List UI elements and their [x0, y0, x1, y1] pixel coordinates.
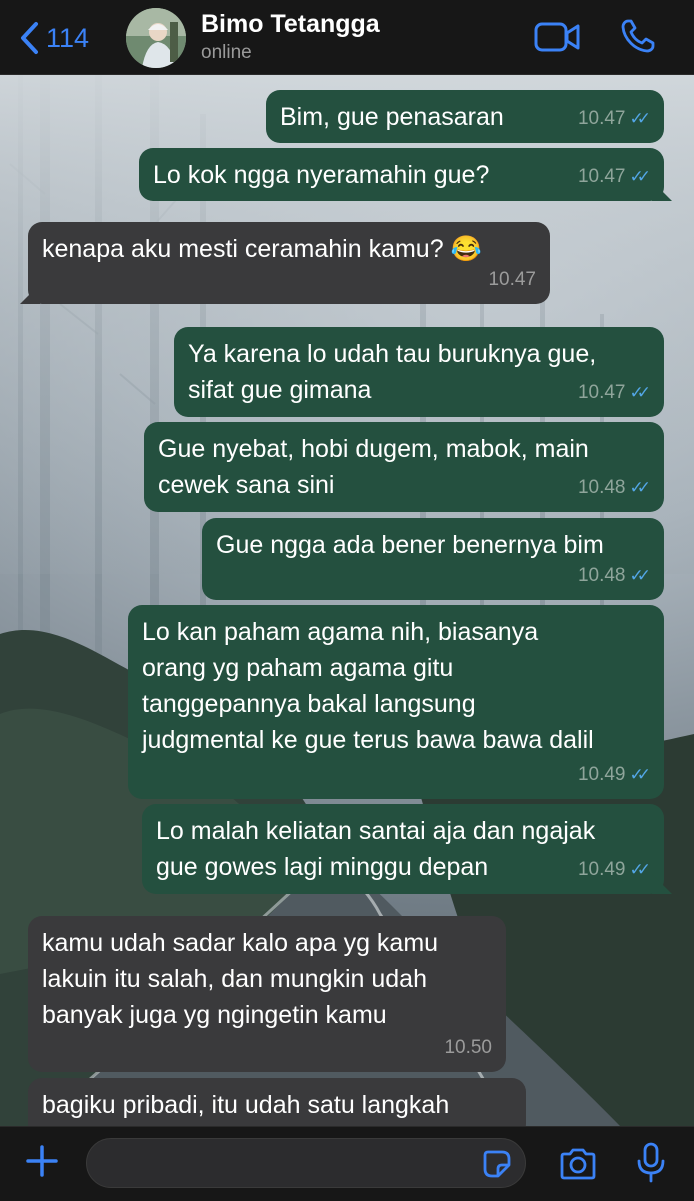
message-text: kenapa aku mesti ceramahin kamu? 😂	[42, 235, 482, 263]
message-bubble-outgoing[interactable]: Ya karena lo udah tau buruknya gue, sifa…	[174, 327, 664, 417]
phone-icon	[621, 19, 655, 53]
video-call-button[interactable]	[534, 20, 580, 59]
message-time: 10.49	[577, 764, 626, 785]
voice-call-button[interactable]	[620, 18, 656, 59]
read-ticks-icon: ✓✓	[629, 109, 651, 128]
contact-status: online	[201, 42, 252, 63]
message-time: 10.47	[488, 269, 536, 290]
message-meta: 10.48 ✓✓	[577, 558, 651, 594]
video-icon	[534, 22, 580, 52]
message-text: orang yg paham agama gitu	[142, 654, 454, 682]
message-bubble-outgoing[interactable]: Gue ngga ada bener benernya bim 10.48 ✓✓	[202, 518, 664, 600]
camera-button[interactable]	[558, 1147, 598, 1186]
chat-header: 114 Bimo Tetangga online	[0, 0, 694, 75]
read-ticks-icon: ✓✓	[629, 566, 651, 585]
message-text: banyak juga yg ngingetin kamu	[42, 1001, 387, 1029]
message-meta: 10.47 ✓✓	[577, 101, 651, 137]
message-bubble-incoming[interactable]: kamu udah sadar kalo apa yg kamu lakuin …	[28, 916, 506, 1072]
sticker-button[interactable]	[482, 1149, 512, 1184]
read-ticks-icon: ✓✓	[629, 167, 651, 186]
message-bubble-outgoing[interactable]: Lo kok ngga nyeramahin gue? 10.47 ✓✓	[139, 148, 672, 201]
message-bubble-outgoing[interactable]: Lo malah keliatan santai aja dan ngajak …	[142, 804, 672, 894]
read-ticks-icon: ✓✓	[629, 383, 651, 402]
attach-button[interactable]	[22, 1141, 62, 1186]
plus-icon	[26, 1145, 58, 1177]
message-text: Lo malah keliatan santai aja dan ngajak	[156, 817, 596, 845]
avatar[interactable]	[126, 8, 186, 68]
message-meta: 10.47	[488, 262, 536, 298]
message-time: 10.47	[577, 108, 626, 129]
read-ticks-icon: ✓✓	[629, 765, 651, 784]
message-text: Ya karena lo udah tau buruknya gue,	[188, 340, 597, 368]
message-meta: 10.50	[444, 1030, 492, 1066]
message-meta: 10.49 ✓✓	[577, 757, 651, 793]
message-text: tanggepannya bakal langsung	[142, 690, 476, 718]
message-bubble-outgoing[interactable]: Gue nyebat, hobi dugem, mabok, main cewe…	[144, 422, 664, 512]
message-input[interactable]	[86, 1138, 526, 1188]
message-bubble-outgoing[interactable]: Bim, gue penasaran 10.47 ✓✓	[266, 90, 664, 143]
message-text: Lo kok ngga nyeramahin gue?	[153, 161, 490, 189]
message-time: 10.47	[577, 166, 626, 187]
message-time: 10.50	[444, 1037, 492, 1058]
voice-message-button[interactable]	[636, 1141, 666, 1190]
message-text: kamu udah sadar kalo apa yg kamu	[42, 929, 439, 957]
unread-count: 114	[46, 22, 90, 53]
back-button[interactable]: 114	[18, 18, 89, 58]
message-text: lakuin itu salah, dan mungkin udah	[42, 965, 427, 993]
camera-icon	[560, 1148, 596, 1180]
message-meta: 10.47 ✓✓	[577, 375, 651, 411]
microphone-icon	[637, 1142, 665, 1183]
message-meta: 10.49 ✓✓	[577, 852, 651, 888]
read-ticks-icon: ✓✓	[629, 478, 651, 497]
message-text: judgmental ke gue terus bawa bawa dalil	[142, 726, 594, 754]
message-time: 10.49	[577, 859, 626, 880]
message-bubble-outgoing[interactable]: Lo kan paham agama nih, biasanya orang y…	[128, 605, 664, 799]
message-meta: 10.48 ✓✓	[577, 470, 651, 506]
message-time: 10.47	[577, 382, 626, 403]
message-text: cewek sana sini	[158, 471, 335, 499]
message-text: gue gowes lagi minggu depan	[156, 853, 489, 881]
message-text: bagiku pribadi, itu udah satu langkah	[42, 1091, 450, 1119]
message-bubble-incoming[interactable]: kenapa aku mesti ceramahin kamu? 😂 10.47	[20, 222, 550, 304]
sticker-icon	[483, 1150, 511, 1178]
read-ticks-icon: ✓✓	[629, 860, 651, 879]
message-time: 10.48	[577, 477, 626, 498]
chevron-left-icon	[21, 22, 38, 54]
composer-bar	[0, 1126, 694, 1201]
message-time: 10.48	[577, 565, 626, 586]
message-text: Lo kan paham agama nih, biasanya	[142, 618, 539, 646]
contact-name[interactable]: Bimo Tetangga	[201, 10, 380, 39]
message-text: Gue nyebat, hobi dugem, mabok, main	[158, 435, 589, 463]
message-meta: 10.47 ✓✓	[577, 159, 651, 195]
